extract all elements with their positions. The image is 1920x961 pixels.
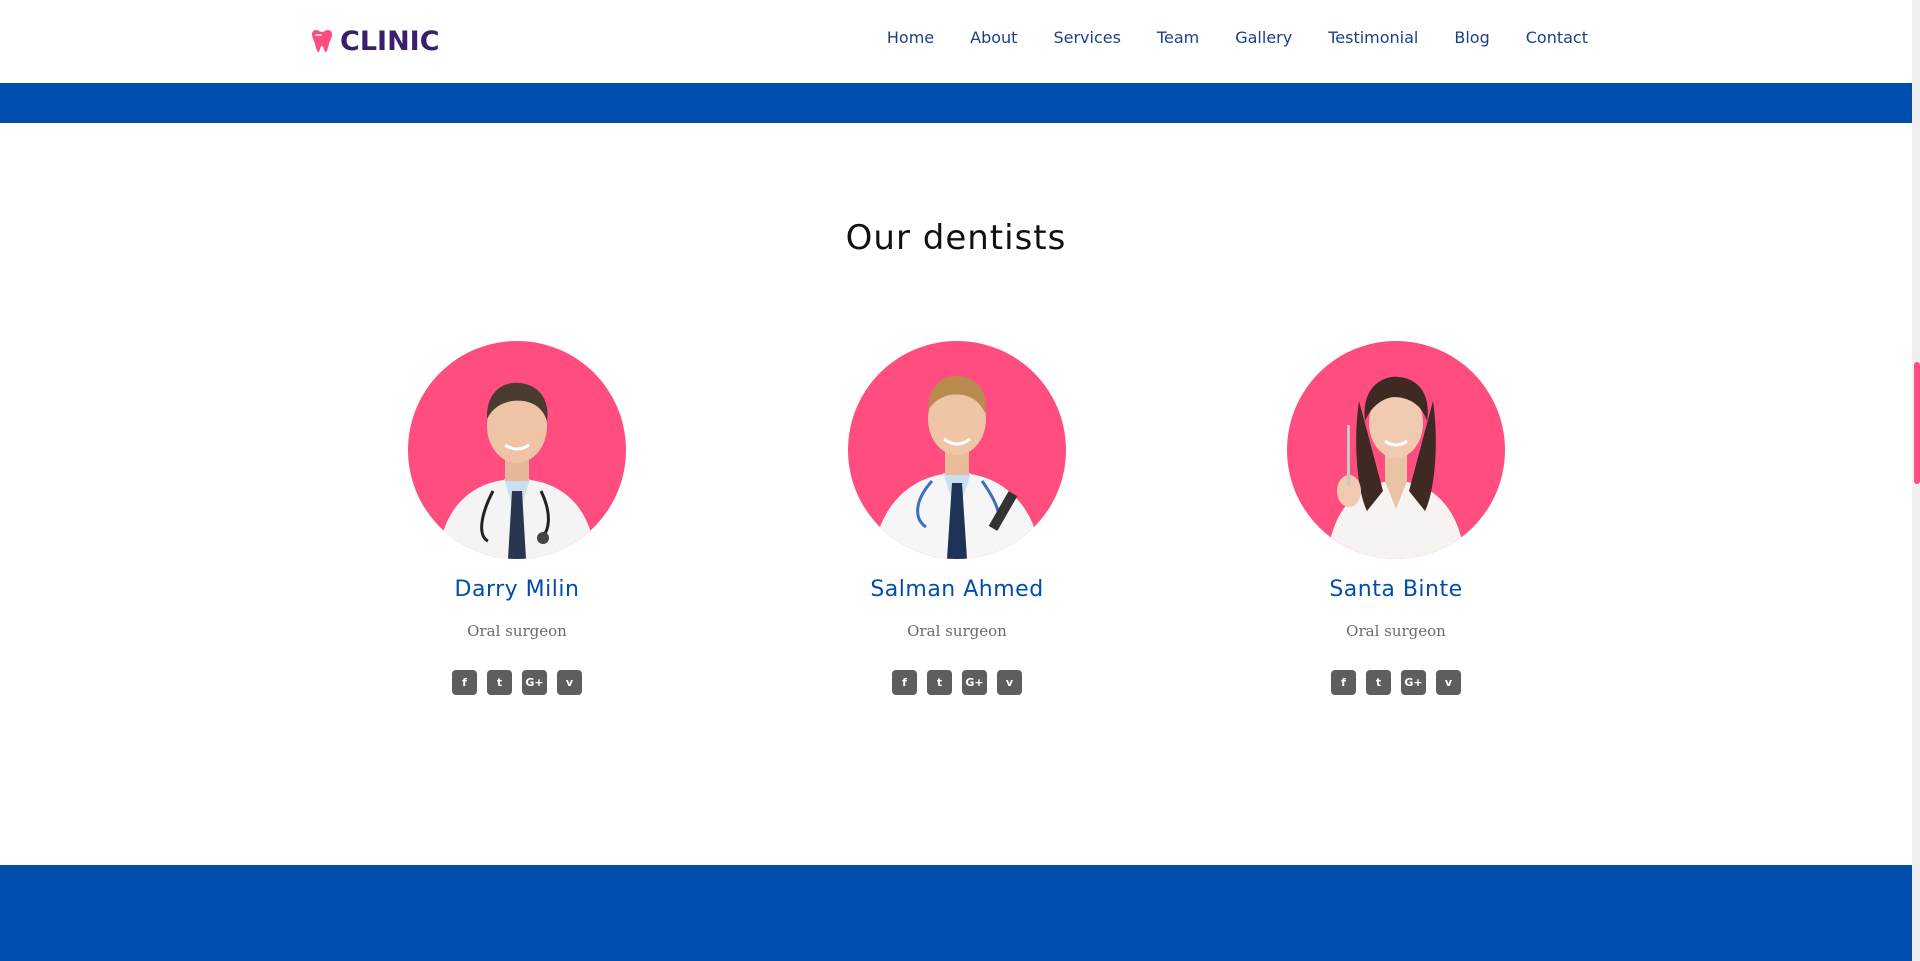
avatar xyxy=(408,341,626,559)
nav-contact[interactable]: Contact xyxy=(1526,28,1588,47)
nav-blog[interactable]: Blog xyxy=(1454,28,1489,47)
scrollbar-thumb[interactable] xyxy=(1914,362,1920,484)
page-scrollbar[interactable] xyxy=(1912,0,1920,961)
member-role: Oral surgeon xyxy=(1346,622,1446,640)
member-name[interactable]: Darry Milin xyxy=(387,577,647,602)
facebook-icon[interactable]: f xyxy=(1331,670,1356,695)
nav-services[interactable]: Services xyxy=(1053,28,1120,47)
vimeo-icon[interactable]: v xyxy=(1436,670,1461,695)
facebook-icon[interactable]: f xyxy=(452,670,477,695)
team-card-darry-milin: Darry Milin Oral surgeon f t G+ v xyxy=(387,341,647,695)
team-card-salman-ahmed: Salman Ahmed Oral surgeon f t G+ v xyxy=(827,341,1087,695)
doctor-portrait-image xyxy=(873,376,1041,559)
social-links: f t G+ v xyxy=(387,670,647,695)
team-card-santa-binte: Santa Binte Oral surgeon f t G+ v xyxy=(1266,341,1526,695)
social-links: f t G+ v xyxy=(827,670,1087,695)
logo-text: CLINIC xyxy=(340,25,440,57)
facebook-icon[interactable]: f xyxy=(892,670,917,695)
section-title: Our dentists xyxy=(845,218,1067,258)
member-name[interactable]: Santa Binte xyxy=(1266,577,1526,602)
google-plus-icon[interactable]: G+ xyxy=(1401,670,1426,695)
main-nav: Home About Services Team Gallery Testimo… xyxy=(887,28,1588,47)
clinic-logo[interactable]: CLINIC xyxy=(308,25,440,57)
vimeo-icon[interactable]: v xyxy=(997,670,1022,695)
top-navbar: CLINIC Home About Services Team Gallery … xyxy=(0,0,1912,83)
top-blue-band xyxy=(0,83,1912,123)
avatar xyxy=(848,341,1066,559)
google-plus-icon[interactable]: G+ xyxy=(522,670,547,695)
member-role: Oral surgeon xyxy=(907,622,1007,640)
dentist-portrait-image xyxy=(1327,376,1465,559)
twitter-icon[interactable]: t xyxy=(487,670,512,695)
nav-gallery[interactable]: Gallery xyxy=(1235,28,1292,47)
nav-team[interactable]: Team xyxy=(1157,28,1199,47)
twitter-icon[interactable]: t xyxy=(927,670,952,695)
vimeo-icon[interactable]: v xyxy=(557,670,582,695)
tooth-icon xyxy=(312,30,332,52)
nav-testimonial[interactable]: Testimonial xyxy=(1328,28,1418,47)
member-name[interactable]: Salman Ahmed xyxy=(827,577,1087,602)
nav-home[interactable]: Home xyxy=(887,28,934,47)
social-links: f t G+ v xyxy=(1266,670,1526,695)
bottom-blue-band xyxy=(0,865,1912,961)
nav-about[interactable]: About xyxy=(970,28,1017,47)
avatar xyxy=(1287,341,1505,559)
doctor-portrait-image xyxy=(438,382,596,559)
google-plus-icon[interactable]: G+ xyxy=(962,670,987,695)
twitter-icon[interactable]: t xyxy=(1366,670,1391,695)
member-role: Oral surgeon xyxy=(467,622,567,640)
